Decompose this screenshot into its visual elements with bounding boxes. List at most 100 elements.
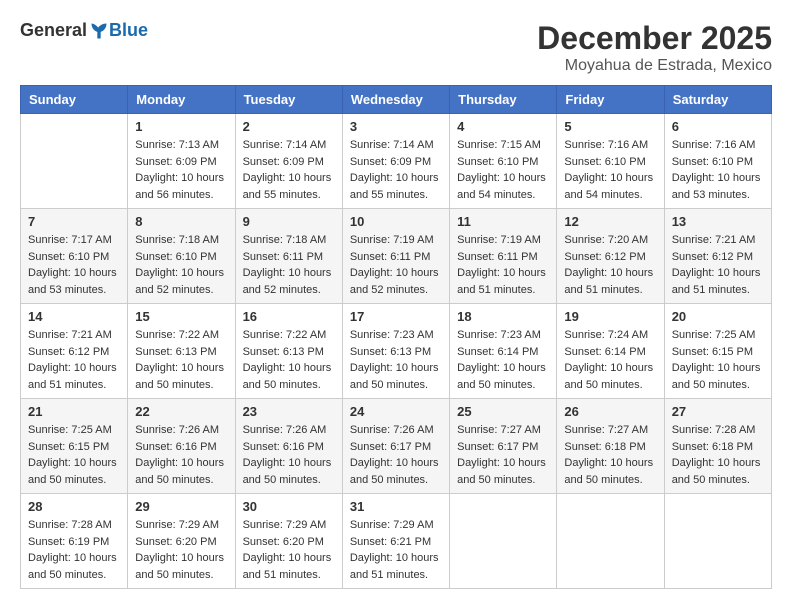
day-number: 22	[135, 404, 227, 419]
day-info: Sunrise: 7:27 AM Sunset: 6:17 PM Dayligh…	[457, 422, 549, 488]
day-info: Sunrise: 7:19 AM Sunset: 6:11 PM Dayligh…	[350, 232, 442, 298]
day-number: 19	[564, 309, 656, 324]
calendar-cell-1-7: 6 Sunrise: 7:16 AM Sunset: 6:10 PM Daylig…	[664, 114, 771, 209]
calendar-cell-3-2: 15Sunrise: 7:22 AM Sunset: 6:13 PM Dayli…	[128, 304, 235, 399]
logo-general-text: General	[20, 20, 87, 41]
calendar-cell-2-6: 12 Sunrise: 7:20 AM Sunset: 6:12 PM Dayli…	[557, 209, 664, 304]
col-wednesday: Wednesday	[342, 86, 449, 114]
day-info: Sunrise: 7:16 AM Sunset: 6:10 PM Dayligh…	[672, 137, 764, 203]
day-number: 17	[350, 309, 442, 324]
calendar-cell-4-7: 27Sunrise: 7:28 AM Sunset: 6:18 PM Dayli…	[664, 399, 771, 494]
logo-blue-text: Blue	[109, 20, 148, 41]
page-header: General Blue December 2025 Moyahua de Es…	[20, 20, 772, 75]
day-number: 7	[28, 214, 120, 229]
calendar-cell-5-3: 30 Sunrise: 7:29 AM Sunset: 6:20 PM Dayli…	[235, 494, 342, 589]
day-number: 16	[243, 309, 335, 324]
calendar-cell-4-2: 22Sunrise: 7:26 AM Sunset: 6:16 PM Dayli…	[128, 399, 235, 494]
day-info: Sunrise: 7:23 AM Sunset: 6:13 PM Dayligh…	[350, 327, 442, 393]
day-number: 31	[350, 499, 442, 514]
day-info: Sunrise: 7:18 AM Sunset: 6:10 PM Dayligh…	[135, 232, 227, 298]
day-number: 14	[28, 309, 120, 324]
calendar-cell-1-5: 4 Sunrise: 7:15 AM Sunset: 6:10 PM Daylig…	[450, 114, 557, 209]
calendar-cell-3-5: 18 Sunrise: 7:23 AM Sunset: 6:14 PM Dayli…	[450, 304, 557, 399]
day-info: Sunrise: 7:21 AM Sunset: 6:12 PM Dayligh…	[28, 327, 120, 393]
calendar-cell-5-2: 29 Sunrise: 7:29 AM Sunset: 6:20 PM Dayli…	[128, 494, 235, 589]
calendar-cell-5-1: 28 Sunrise: 7:28 AM Sunset: 6:19 PM Dayli…	[21, 494, 128, 589]
col-saturday: Saturday	[664, 86, 771, 114]
day-info: Sunrise: 7:22 AM Sunset: 6:13 PM Dayligh…	[243, 327, 335, 393]
day-number: 28	[28, 499, 120, 514]
title-section: December 2025 Moyahua de Estrada, Mexico	[537, 20, 772, 75]
day-info: Sunrise: 7:13 AM Sunset: 6:09 PM Dayligh…	[135, 137, 227, 203]
day-number: 18	[457, 309, 549, 324]
day-info: Sunrise: 7:14 AM Sunset: 6:09 PM Dayligh…	[243, 137, 335, 203]
col-friday: Friday	[557, 86, 664, 114]
day-info: Sunrise: 7:29 AM Sunset: 6:20 PM Dayligh…	[243, 517, 335, 583]
calendar-cell-2-4: 10 Sunrise: 7:19 AM Sunset: 6:11 PM Dayli…	[342, 209, 449, 304]
day-number: 3	[350, 119, 442, 134]
calendar-cell-5-7	[664, 494, 771, 589]
day-info: Sunrise: 7:17 AM Sunset: 6:10 PM Dayligh…	[28, 232, 120, 298]
calendar-table: Sunday Monday Tuesday Wednesday Thursday…	[20, 85, 772, 589]
day-number: 2	[243, 119, 335, 134]
calendar-cell-5-5	[450, 494, 557, 589]
calendar-cell-2-3: 9 Sunrise: 7:18 AM Sunset: 6:11 PM Daylig…	[235, 209, 342, 304]
day-number: 26	[564, 404, 656, 419]
logo: General Blue	[20, 20, 148, 41]
calendar-cell-3-6: 19Sunrise: 7:24 AM Sunset: 6:14 PM Dayli…	[557, 304, 664, 399]
calendar-cell-2-7: 13 Sunrise: 7:21 AM Sunset: 6:12 PM Dayli…	[664, 209, 771, 304]
day-number: 10	[350, 214, 442, 229]
calendar-cell-2-2: 8 Sunrise: 7:18 AM Sunset: 6:10 PM Daylig…	[128, 209, 235, 304]
subtitle: Moyahua de Estrada, Mexico	[537, 57, 772, 75]
day-info: Sunrise: 7:16 AM Sunset: 6:10 PM Dayligh…	[564, 137, 656, 203]
calendar-cell-1-2: 1Sunrise: 7:13 AM Sunset: 6:09 PM Daylig…	[128, 114, 235, 209]
calendar-week-1: 1Sunrise: 7:13 AM Sunset: 6:09 PM Daylig…	[21, 114, 772, 209]
col-tuesday: Tuesday	[235, 86, 342, 114]
day-number: 9	[243, 214, 335, 229]
day-info: Sunrise: 7:15 AM Sunset: 6:10 PM Dayligh…	[457, 137, 549, 203]
day-info: Sunrise: 7:18 AM Sunset: 6:11 PM Dayligh…	[243, 232, 335, 298]
day-info: Sunrise: 7:26 AM Sunset: 6:17 PM Dayligh…	[350, 422, 442, 488]
day-number: 25	[457, 404, 549, 419]
col-thursday: Thursday	[450, 86, 557, 114]
calendar-cell-2-5: 11 Sunrise: 7:19 AM Sunset: 6:11 PM Dayli…	[450, 209, 557, 304]
calendar-header-row: Sunday Monday Tuesday Wednesday Thursday…	[21, 86, 772, 114]
calendar-cell-1-4: 3Sunrise: 7:14 AM Sunset: 6:09 PM Daylig…	[342, 114, 449, 209]
day-info: Sunrise: 7:29 AM Sunset: 6:21 PM Dayligh…	[350, 517, 442, 583]
day-number: 30	[243, 499, 335, 514]
day-info: Sunrise: 7:27 AM Sunset: 6:18 PM Dayligh…	[564, 422, 656, 488]
calendar-week-3: 14 Sunrise: 7:21 AM Sunset: 6:12 PM Dayli…	[21, 304, 772, 399]
calendar-cell-4-4: 24Sunrise: 7:26 AM Sunset: 6:17 PM Dayli…	[342, 399, 449, 494]
day-info: Sunrise: 7:28 AM Sunset: 6:19 PM Dayligh…	[28, 517, 120, 583]
day-info: Sunrise: 7:22 AM Sunset: 6:13 PM Dayligh…	[135, 327, 227, 393]
calendar-week-2: 7 Sunrise: 7:17 AM Sunset: 6:10 PM Daylig…	[21, 209, 772, 304]
calendar-cell-3-7: 20Sunrise: 7:25 AM Sunset: 6:15 PM Dayli…	[664, 304, 771, 399]
calendar-cell-4-5: 25 Sunrise: 7:27 AM Sunset: 6:17 PM Dayli…	[450, 399, 557, 494]
day-number: 12	[564, 214, 656, 229]
day-info: Sunrise: 7:21 AM Sunset: 6:12 PM Dayligh…	[672, 232, 764, 298]
calendar-cell-3-4: 17 Sunrise: 7:23 AM Sunset: 6:13 PM Dayli…	[342, 304, 449, 399]
day-info: Sunrise: 7:29 AM Sunset: 6:20 PM Dayligh…	[135, 517, 227, 583]
calendar-cell-1-6: 5Sunrise: 7:16 AM Sunset: 6:10 PM Daylig…	[557, 114, 664, 209]
day-info: Sunrise: 7:20 AM Sunset: 6:12 PM Dayligh…	[564, 232, 656, 298]
day-info: Sunrise: 7:19 AM Sunset: 6:11 PM Dayligh…	[457, 232, 549, 298]
day-number: 6	[672, 119, 764, 134]
calendar-cell-4-1: 21Sunrise: 7:25 AM Sunset: 6:15 PM Dayli…	[21, 399, 128, 494]
day-number: 8	[135, 214, 227, 229]
calendar-cell-1-1	[21, 114, 128, 209]
calendar-cell-3-3: 16 Sunrise: 7:22 AM Sunset: 6:13 PM Dayli…	[235, 304, 342, 399]
day-number: 23	[243, 404, 335, 419]
day-info: Sunrise: 7:23 AM Sunset: 6:14 PM Dayligh…	[457, 327, 549, 393]
day-number: 11	[457, 214, 549, 229]
calendar-week-4: 21Sunrise: 7:25 AM Sunset: 6:15 PM Dayli…	[21, 399, 772, 494]
day-number: 21	[28, 404, 120, 419]
logo-bird-icon	[89, 21, 109, 41]
calendar-cell-4-3: 23Sunrise: 7:26 AM Sunset: 6:16 PM Dayli…	[235, 399, 342, 494]
col-sunday: Sunday	[21, 86, 128, 114]
day-info: Sunrise: 7:25 AM Sunset: 6:15 PM Dayligh…	[672, 327, 764, 393]
calendar-cell-1-3: 2 Sunrise: 7:14 AM Sunset: 6:09 PM Daylig…	[235, 114, 342, 209]
day-info: Sunrise: 7:28 AM Sunset: 6:18 PM Dayligh…	[672, 422, 764, 488]
day-number: 4	[457, 119, 549, 134]
day-number: 29	[135, 499, 227, 514]
day-number: 13	[672, 214, 764, 229]
